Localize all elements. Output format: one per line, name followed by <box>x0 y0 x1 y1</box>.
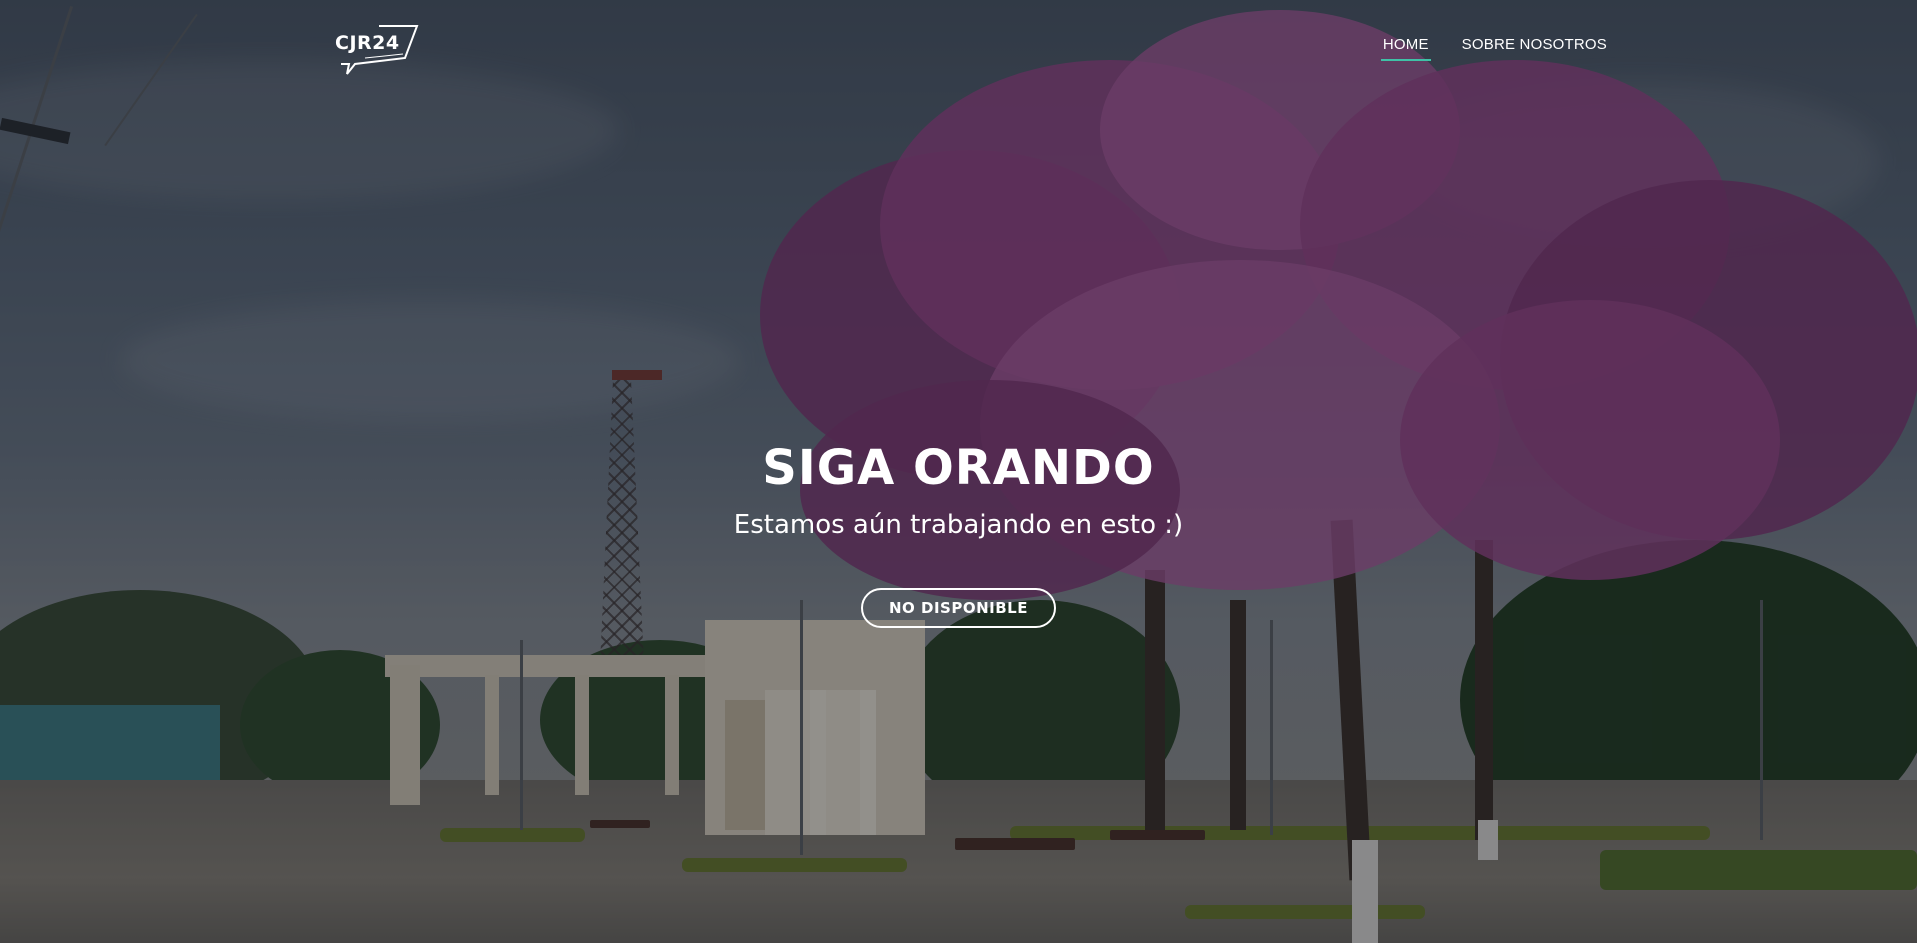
main-nav: HOME SOBRE NOSOTROS <box>1380 36 1607 65</box>
no-disponible-button[interactable]: NO DISPONIBLE <box>861 588 1056 628</box>
site-header: CJR24 HOME SOBRE NOSOTROS <box>0 0 1917 90</box>
site-logo[interactable]: CJR24 <box>335 24 419 76</box>
hero-title: SIGA ORANDO <box>762 440 1155 496</box>
hero-section: SIGA ORANDO Estamos aún trabajando en es… <box>0 444 1917 628</box>
hero-subtitle: Estamos aún trabajando en esto :) <box>733 510 1184 540</box>
logo-text: CJR24 <box>335 32 400 54</box>
nav-item-sobre-nosotros[interactable]: SOBRE NOSOTROS <box>1462 36 1607 65</box>
nav-item-home[interactable]: HOME <box>1380 36 1431 65</box>
